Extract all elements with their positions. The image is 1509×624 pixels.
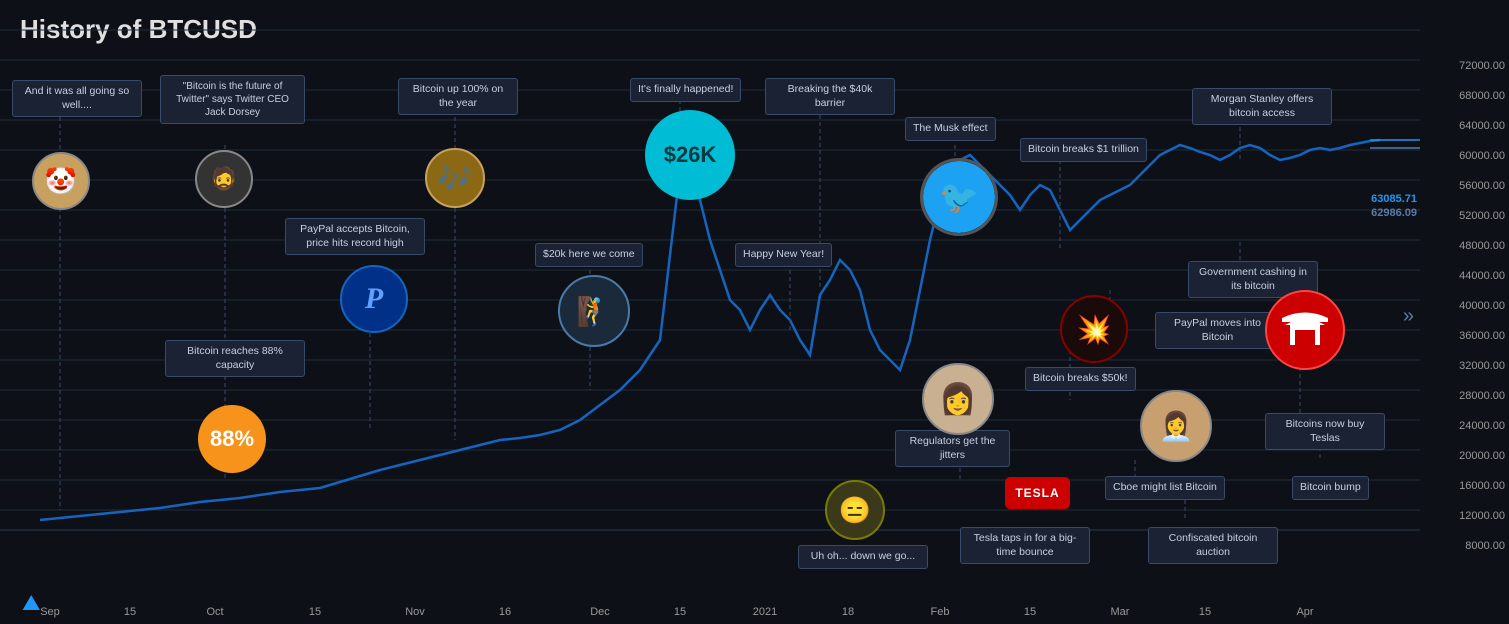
y-label-28k: 28000.00 xyxy=(1459,390,1505,402)
x-label-sep: Sep xyxy=(40,606,60,618)
annotation-50k: Bitcoin breaks $50k! xyxy=(1025,367,1136,391)
price-label-high: 63085.71 xyxy=(1371,193,1417,205)
icon-yellen: 👩 xyxy=(922,363,994,435)
y-label-56k: 56000.00 xyxy=(1459,180,1505,192)
y-label-72k: 72000.00 xyxy=(1459,60,1505,72)
icon-government-face: 👩‍💼 xyxy=(1140,390,1212,462)
icon-tesla-big xyxy=(1265,290,1345,370)
annotation-new-year: Happy New Year! xyxy=(735,243,832,267)
x-label-mar: Mar xyxy=(1111,606,1130,618)
icon-26k: $26K xyxy=(645,110,735,200)
y-label-32k: 32000.00 xyxy=(1459,360,1505,372)
x-label-15d: 15 xyxy=(1024,606,1036,618)
y-label-64k: 64000.00 xyxy=(1459,120,1505,132)
y-label-68k: 68000.00 xyxy=(1459,90,1505,102)
x-label-15b: 15 xyxy=(309,606,321,618)
annotation-morgan-stanley: Morgan Stanley offers bitcoin access xyxy=(1192,88,1332,125)
annotation-down: Uh oh... down we go... xyxy=(798,545,928,569)
annotation-twitter-dorsey: "Bitcoin is the future of Twitter" says … xyxy=(160,75,305,124)
y-label-12k: 12000.00 xyxy=(1459,510,1505,522)
x-label-16: 16 xyxy=(499,606,511,618)
y-label-40k: 40000.00 xyxy=(1459,300,1505,312)
icon-sad: 😑 xyxy=(825,480,885,540)
y-label-44k: 44000.00 xyxy=(1459,270,1505,282)
y-label-24k: 24000.00 xyxy=(1459,420,1505,432)
annotation-paypal-moves: PayPal moves into Bitcoin xyxy=(1155,312,1280,349)
annotation-musk-effect: The Musk effect xyxy=(905,117,996,141)
icon-twitter-musk: 🐦 xyxy=(920,158,998,236)
annotation-finally: It's finally happened! xyxy=(630,78,741,102)
y-label-16k: 16000.00 xyxy=(1459,480,1505,492)
icon-tesla: TESLA xyxy=(1005,477,1070,509)
icon-88pct: 88% xyxy=(198,405,266,473)
icon-paypal: P xyxy=(340,265,408,333)
x-label-nov: Nov xyxy=(405,606,425,618)
annotation-100pct: Bitcoin up 100% on the year xyxy=(398,78,518,115)
x-label-15c: 15 xyxy=(674,606,686,618)
y-label-8k: 8000.00 xyxy=(1465,540,1505,552)
x-label-2021: 2021 xyxy=(753,606,777,618)
x-label-15a: 15 xyxy=(124,606,136,618)
annotation-going-well: And it was all going so well.... xyxy=(12,80,142,117)
x-label-dec: Dec xyxy=(590,606,610,618)
annotation-regulators: Regulators get the jitters xyxy=(895,430,1010,467)
icon-dorsey: 🧔 xyxy=(195,150,253,208)
annotation-20k: $20k here we come xyxy=(535,243,643,267)
annotation-40k: Breaking the $40k barrier xyxy=(765,78,895,115)
annotation-tesla-bounce: Tesla taps in for a big-time bounce xyxy=(960,527,1090,564)
icon-ladder: 🧗 xyxy=(558,275,630,347)
annotation-1trillion: Bitcoin breaks $1 trillion xyxy=(1020,138,1147,162)
annotation-paypal-accepts: PayPal accepts Bitcoin, price hits recor… xyxy=(285,218,425,255)
y-label-48k: 48000.00 xyxy=(1459,240,1505,252)
annotation-cboe: Cboe might list Bitcoin xyxy=(1105,476,1225,500)
annotation-bump: Bitcoin bump xyxy=(1292,476,1369,500)
annotation-teslas: Bitcoins now buy Teslas xyxy=(1265,413,1385,450)
bottom-nav-icon[interactable]: ⛰ xyxy=(22,590,40,616)
y-label-52k: 52000.00 xyxy=(1459,210,1505,222)
icon-jukebox: 🎶 xyxy=(425,148,485,208)
annotation-88pct: Bitcoin reaches 88% capacity xyxy=(165,340,305,377)
y-axis: 72000.00 68000.00 64000.00 60000.00 5600… xyxy=(1420,60,1509,600)
y-label-20k: 20000.00 xyxy=(1459,450,1505,462)
x-label-feb: Feb xyxy=(931,606,950,618)
y-label-60k: 60000.00 xyxy=(1459,150,1505,162)
annotation-confiscated: Confiscated bitcoin auction xyxy=(1148,527,1278,564)
icon-person-sep: 🤡 xyxy=(32,152,90,210)
x-label-apr: Apr xyxy=(1296,606,1313,618)
y-label-36k: 36000.00 xyxy=(1459,330,1505,342)
x-label-18: 18 xyxy=(842,606,854,618)
x-label-oct: Oct xyxy=(206,606,223,618)
price-label-low: 62986.09 xyxy=(1371,207,1417,219)
chevron-right-button[interactable]: » xyxy=(1403,305,1414,328)
icon-paypal-explosion: 💥 xyxy=(1060,295,1128,363)
x-label-15e: 15 xyxy=(1199,606,1211,618)
